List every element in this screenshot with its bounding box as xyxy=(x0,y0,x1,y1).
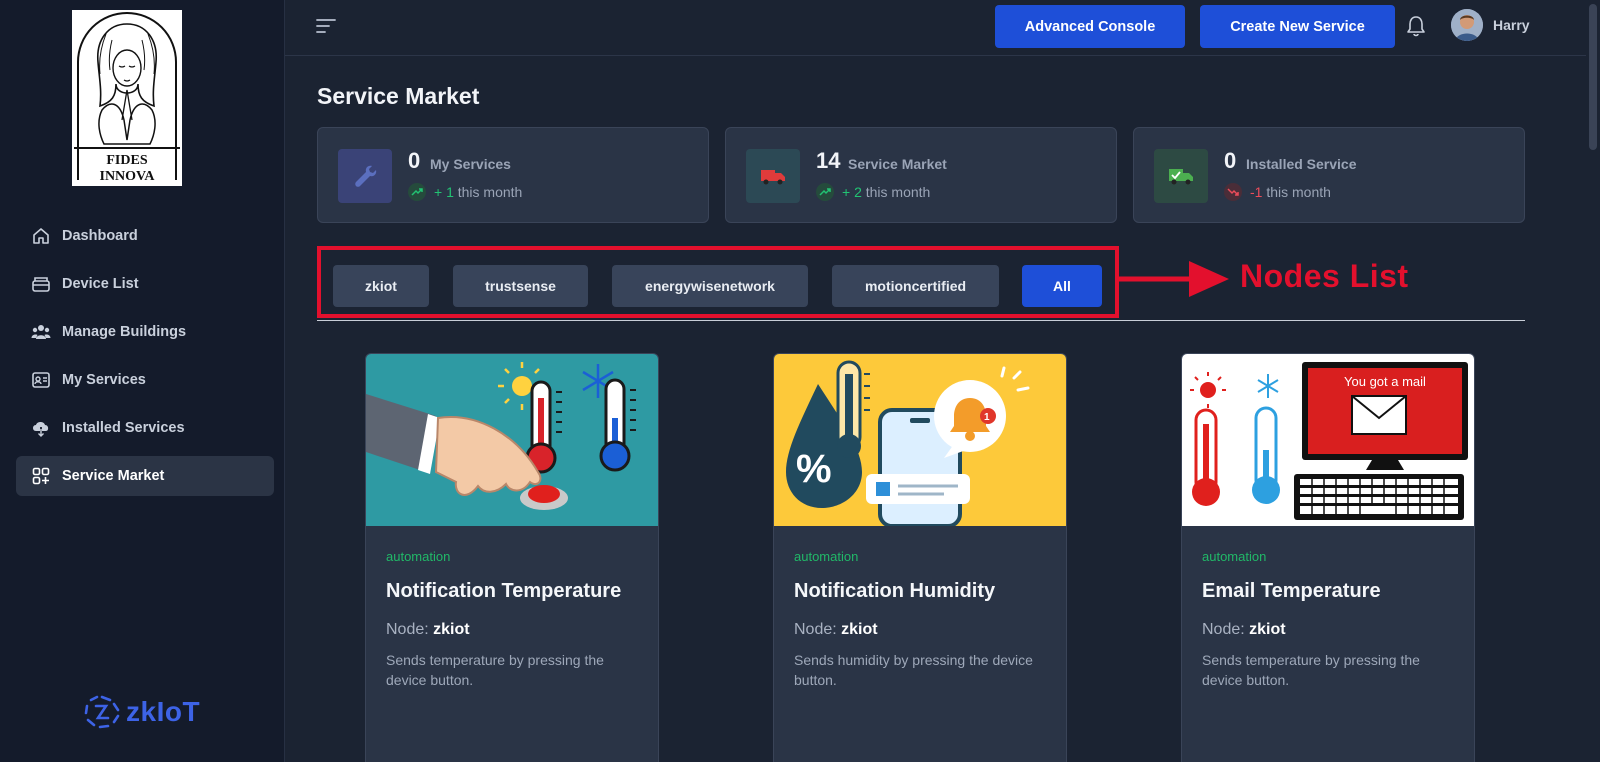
node-filter-zkiot[interactable]: zkiot xyxy=(333,265,429,307)
trend-value: + 1 xyxy=(434,184,454,200)
sidebar-item-label: Installed Services xyxy=(62,420,185,436)
card-node-value: zkiot xyxy=(1249,621,1286,638)
node-filter-motioncertified[interactable]: motioncertified xyxy=(832,265,999,307)
cloud-download-icon xyxy=(30,417,52,439)
main-content: Service Market 0 My Services + 1 this mo… xyxy=(285,56,1586,762)
sidebar: FIDES INNOVA Dashboard Device List Manag… xyxy=(0,0,285,762)
trend-up-icon xyxy=(408,183,426,201)
zkiot-text: zkIoT xyxy=(126,696,201,727)
node-filter-all[interactable]: All xyxy=(1022,265,1102,307)
stat-card-installed-service: 0 Installed Service -1 this month xyxy=(1133,127,1525,223)
people-icon xyxy=(30,321,52,343)
stat-value: 0 xyxy=(408,148,421,173)
card-node-label: Node: xyxy=(794,621,837,638)
card-title: Email Temperature xyxy=(1202,580,1381,602)
humidity-phone-notification-image: % 1 xyxy=(774,354,1066,526)
svg-text:You got a mail: You got a mail xyxy=(1344,374,1426,389)
node-filter-energywisenetwork[interactable]: energywisenetwork xyxy=(612,265,808,307)
notification-bell-icon[interactable] xyxy=(1405,14,1427,38)
sidebar-item-manage-buildings[interactable]: Manage Buildings xyxy=(16,312,274,352)
card-description: Sends temperature by pressing the device… xyxy=(386,652,604,688)
service-card[interactable]: % 1 automation Notification Humidity Nod… xyxy=(773,353,1067,762)
card-tag: automation xyxy=(1202,549,1267,564)
card-node-label: Node: xyxy=(1202,621,1245,638)
computer-mail-thermometer-image: You got a mail xyxy=(1182,354,1474,526)
svg-text:1: 1 xyxy=(984,412,990,423)
sidebar-nav: Dashboard Device List Manage Buildings M… xyxy=(16,216,274,504)
sidebar-item-label: My Services xyxy=(62,372,146,388)
card-tag: automation xyxy=(386,549,451,564)
sidebar-item-label: Device List xyxy=(62,276,139,292)
card-node-label: Node: xyxy=(386,621,429,638)
wrench-icon xyxy=(338,149,392,203)
advanced-console-button[interactable]: Advanced Console xyxy=(995,5,1185,48)
stat-card-service-market: 14 Service Market + 2 this month xyxy=(725,127,1117,223)
trend-value: -1 xyxy=(1250,184,1263,200)
zkiot-mark-icon xyxy=(84,695,120,729)
nodes-list-annotation: Nodes List xyxy=(1240,258,1409,294)
id-card-icon xyxy=(30,369,52,391)
sidebar-item-device-list[interactable]: Device List xyxy=(16,264,274,304)
card-node: Node: zkiot xyxy=(1202,621,1286,639)
stat-label: My Services xyxy=(430,156,511,172)
trend-text: this month xyxy=(1266,184,1331,200)
page-title: Service Market xyxy=(317,83,480,109)
topbar: Advanced Console Create New Service Harr… xyxy=(285,0,1600,56)
service-card[interactable]: You got a mail automation Email Temperat… xyxy=(1181,353,1475,762)
card-tag: automation xyxy=(794,549,859,564)
card-node-value: zkiot xyxy=(433,621,470,638)
card-node: Node: zkiot xyxy=(386,621,470,639)
sidebar-item-service-market[interactable]: Service Market xyxy=(16,456,274,496)
sidebar-item-label: Dashboard xyxy=(62,228,138,244)
card-node-value: zkiot xyxy=(841,621,878,638)
sidebar-item-label: Service Market xyxy=(62,468,165,484)
stat-value: 14 xyxy=(816,148,841,173)
sidebar-item-my-services[interactable]: My Services xyxy=(16,360,274,400)
home-icon xyxy=(30,225,52,247)
card-title: Notification Humidity xyxy=(794,580,996,602)
card-title: Notification Temperature xyxy=(386,580,622,602)
fides-innova-logo[interactable]: FIDES INNOVA xyxy=(72,10,182,186)
sidebar-item-dashboard[interactable]: Dashboard xyxy=(16,216,274,256)
trend-value: + 2 xyxy=(842,184,862,200)
page-scrollbar[interactable] xyxy=(1586,0,1600,762)
user-avatar[interactable] xyxy=(1451,9,1483,41)
stat-trend: + 2 this month xyxy=(816,183,930,201)
delivery-truck-icon xyxy=(1154,149,1208,203)
trend-up-icon xyxy=(816,183,834,201)
trend-text: this month xyxy=(457,184,523,200)
svg-text:INNOVA: INNOVA xyxy=(100,169,156,184)
card-description: Sends humidity by pressing the device bu… xyxy=(794,652,1033,688)
divider xyxy=(317,320,1525,321)
stat-label: Service Market xyxy=(848,156,947,172)
nodes-list-highlight: zkiot trustsense energywisenetwork motio… xyxy=(317,246,1119,318)
service-card[interactable]: automation Notification Temperature Node… xyxy=(365,353,659,762)
card-description: Sends temperature by pressing the device… xyxy=(1202,652,1420,688)
node-filter-trustsense[interactable]: trustsense xyxy=(453,265,588,307)
trend-down-icon xyxy=(1224,183,1242,201)
hand-pressing-button-thermometer-image xyxy=(366,354,658,526)
create-new-service-button[interactable]: Create New Service xyxy=(1200,5,1395,48)
truck-icon xyxy=(746,149,800,203)
stat-label: Installed Service xyxy=(1246,156,1357,172)
scrollbar-thumb[interactable] xyxy=(1589,4,1597,150)
app: FIDES INNOVA Dashboard Device List Manag… xyxy=(0,0,1600,762)
trend-text: this month xyxy=(865,184,931,200)
stat-card-my-services: 0 My Services + 1 this month xyxy=(317,127,709,223)
stat-trend: -1 this month xyxy=(1224,183,1331,201)
device-icon xyxy=(30,273,52,295)
sidebar-item-label: Manage Buildings xyxy=(62,324,187,340)
user-name[interactable]: Harry xyxy=(1493,17,1530,33)
menu-toggle-icon[interactable] xyxy=(315,16,337,36)
zkiot-logo[interactable]: zkIoT xyxy=(82,694,200,730)
card-node: Node: zkiot xyxy=(794,621,878,639)
grid-plus-icon xyxy=(30,465,52,487)
stat-value: 0 xyxy=(1224,148,1237,173)
svg-text:%: % xyxy=(796,447,832,491)
stat-trend: + 1 this month xyxy=(408,183,522,201)
svg-text:FIDES: FIDES xyxy=(106,153,147,168)
annotation-arrow-icon xyxy=(1119,261,1229,297)
sidebar-item-installed-services[interactable]: Installed Services xyxy=(16,408,274,448)
